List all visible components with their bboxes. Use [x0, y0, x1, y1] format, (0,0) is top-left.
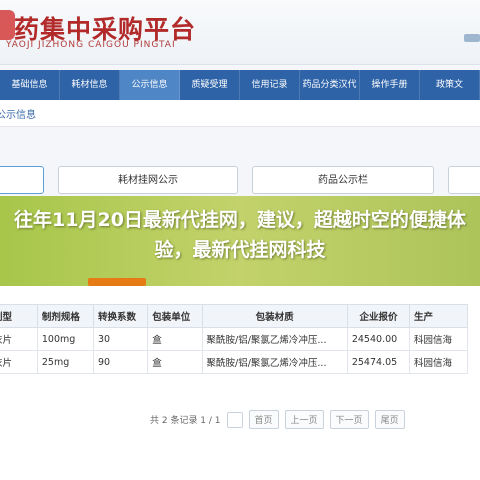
filter-tab-drugs[interactable]: 药品公示栏: [252, 166, 434, 194]
nav-item-credit[interactable]: 信用记录: [240, 70, 300, 100]
cell-dosage-form: 衣片: [0, 350, 38, 374]
col-header-price: 企业报价: [346, 304, 411, 328]
cell-maker: 科园信海: [409, 350, 468, 374]
col-header-pack-unit: 包装单位: [147, 304, 203, 328]
banner-accent-bar: [88, 278, 146, 286]
banner-headline: 往年11月20日最新代挂网，建议，超越时空的便捷体验，最新代挂网科技: [14, 209, 466, 261]
filter-tab-4[interactable]: [448, 166, 480, 194]
cell-pack-material: 聚酰胺/铝/聚氯乙烯冷冲压...: [201, 350, 348, 374]
page: 药集中采购平台 YAOJI JIZHONG CAIGOU PINGTAI 基础信…: [0, 0, 480, 480]
breadcrumb[interactable]: 公示信息: [0, 106, 36, 121]
nav-item-policy[interactable]: 政策文: [420, 70, 480, 100]
prev-page-button[interactable]: 上一页: [284, 410, 324, 429]
pagination: 共 2 条记录 1 / 1 首页 上一页 下一页 尾页: [150, 410, 405, 429]
cell-spec: 100mg: [36, 327, 94, 351]
results-table: 剂型 制剂规格 转换系数 包装单位 包装材质 企业报价 生产 衣片 100mg …: [0, 304, 468, 374]
site-logo: [0, 10, 15, 40]
cell-maker: 科园信海: [409, 327, 468, 351]
filter-tab-consumables[interactable]: 耗材挂网公示: [58, 166, 238, 194]
table-header-row: 剂型 制剂规格 转换系数 包装单位 包装材质 企业报价 生产: [0, 304, 468, 328]
table-row[interactable]: 衣片 100mg 30 盒 聚酰胺/铝/聚氯乙烯冷冲压... 24540.00 …: [0, 327, 468, 351]
cell-pack-unit: 盒: [147, 327, 203, 351]
col-header-maker: 生产: [409, 304, 468, 328]
site-subtitle: YAOJI JIZHONG CAIGOU PINGTAI: [6, 40, 176, 50]
nav-item-basic-info[interactable]: 基础信息: [0, 70, 60, 100]
headline-banner: 往年11月20日最新代挂网，建议，超越时空的便捷体验，最新代挂网科技: [0, 196, 480, 286]
nav-item-announcements[interactable]: 公示信息: [120, 70, 180, 100]
table-row[interactable]: 衣片 25mg 90 盒 聚酰胺/铝/聚氯乙烯冷冲压... 25474.05 科…: [0, 350, 468, 374]
cell-conversion: 90: [92, 350, 149, 374]
nav-item-complaints[interactable]: 质疑受理: [180, 70, 240, 100]
main-nav: 基础信息 耗材信息 公示信息 质疑受理 信用记录 药品分类汉代 操作手册 政策文: [0, 70, 480, 100]
site-header: 药集中采购平台 YAOJI JIZHONG CAIGOU PINGTAI: [0, 0, 480, 65]
nav-item-manual[interactable]: 操作手册: [360, 70, 420, 100]
next-page-button[interactable]: 下一页: [329, 410, 369, 429]
cell-pack-unit: 盒: [147, 350, 203, 374]
results-panel: 剂型 制剂规格 转换系数 包装单位 包装材质 企业报价 生产 衣片 100mg …: [0, 286, 480, 480]
first-page-button[interactable]: 首页: [248, 410, 279, 429]
filter-tab-1[interactable]: [0, 166, 44, 194]
header-menu-icon[interactable]: [464, 34, 480, 42]
nav-item-consumables[interactable]: 耗材信息: [60, 70, 120, 100]
col-header-spec: 制剂规格: [36, 304, 94, 328]
cell-dosage-form: 衣片: [0, 327, 38, 351]
page-number-input[interactable]: [226, 411, 243, 428]
col-header-conversion: 转换系数: [92, 304, 149, 328]
cell-price: 24540.00: [346, 327, 411, 351]
nav-item-drug-classes[interactable]: 药品分类汉代: [300, 70, 360, 100]
col-header-pack-material: 包装材质: [201, 304, 348, 328]
cell-conversion: 30: [92, 327, 149, 351]
breadcrumb-bar: 公示信息: [0, 100, 480, 127]
cell-price: 25474.05: [346, 350, 411, 374]
cell-pack-material: 聚酰胺/铝/聚氯乙烯冷冲压...: [201, 327, 348, 351]
last-page-button[interactable]: 尾页: [374, 410, 405, 429]
pagination-summary: 共 2 条记录 1 / 1: [150, 416, 221, 426]
col-header-dosage-form: 剂型: [0, 304, 38, 328]
cell-spec: 25mg: [36, 350, 94, 374]
